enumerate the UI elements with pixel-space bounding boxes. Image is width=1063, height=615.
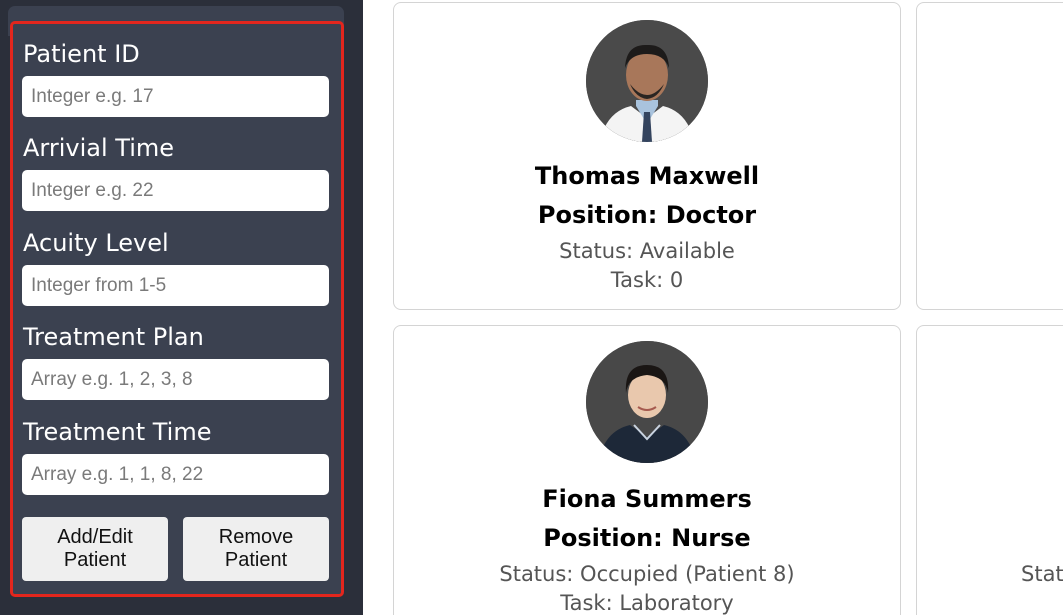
staff-status: Statu: [1021, 562, 1063, 586]
remove-patient-button[interactable]: Remove Patient: [183, 517, 329, 581]
staff-position: Position: Nurse: [543, 524, 751, 552]
acuity-level-input[interactable]: [22, 265, 329, 306]
staff-name: Fiona Summers: [542, 485, 752, 513]
arrival-time-input[interactable]: [22, 170, 329, 211]
nurse-portrait-icon: [586, 341, 708, 463]
sidebar: Patient ID Arrivial Time Acuity Level Tr…: [0, 0, 363, 615]
acuity-level-label: Acuity Level: [23, 229, 169, 257]
treatment-plan-input[interactable]: [22, 359, 329, 400]
patient-form: Patient ID Arrivial Time Acuity Level Tr…: [10, 21, 344, 597]
staff-position: Position: Doctor: [537, 201, 757, 229]
staff-card[interactable]: Fiona Summers Position: Nurse Status: Oc…: [393, 325, 901, 615]
avatar: [586, 20, 708, 142]
patient-id-label: Patient ID: [23, 40, 140, 68]
treatment-time-input[interactable]: [22, 454, 329, 495]
staff-status: Status: Occupied (Patient 8): [499, 562, 795, 586]
staff-status: Status: Available: [559, 239, 735, 263]
staff-card-partial[interactable]: [916, 2, 1063, 310]
doctor-portrait-icon: [586, 20, 708, 142]
arrival-time-label: Arrivial Time: [23, 134, 175, 162]
staff-name: Thomas Maxwell: [534, 162, 760, 190]
patient-id-input[interactable]: [22, 76, 329, 117]
treatment-time-label: Treatment Time: [23, 418, 212, 446]
staff-card[interactable]: Thomas Maxwell Position: Doctor Status: …: [393, 2, 901, 310]
treatment-plan-label: Treatment Plan: [23, 323, 204, 351]
staff-task: Task: Laboratory: [560, 591, 734, 615]
staff-task: Task: 0: [610, 268, 684, 292]
add-edit-patient-button[interactable]: Add/Edit Patient: [22, 517, 168, 581]
avatar: [586, 341, 708, 463]
staff-card-partial[interactable]: Statu: [916, 325, 1063, 615]
